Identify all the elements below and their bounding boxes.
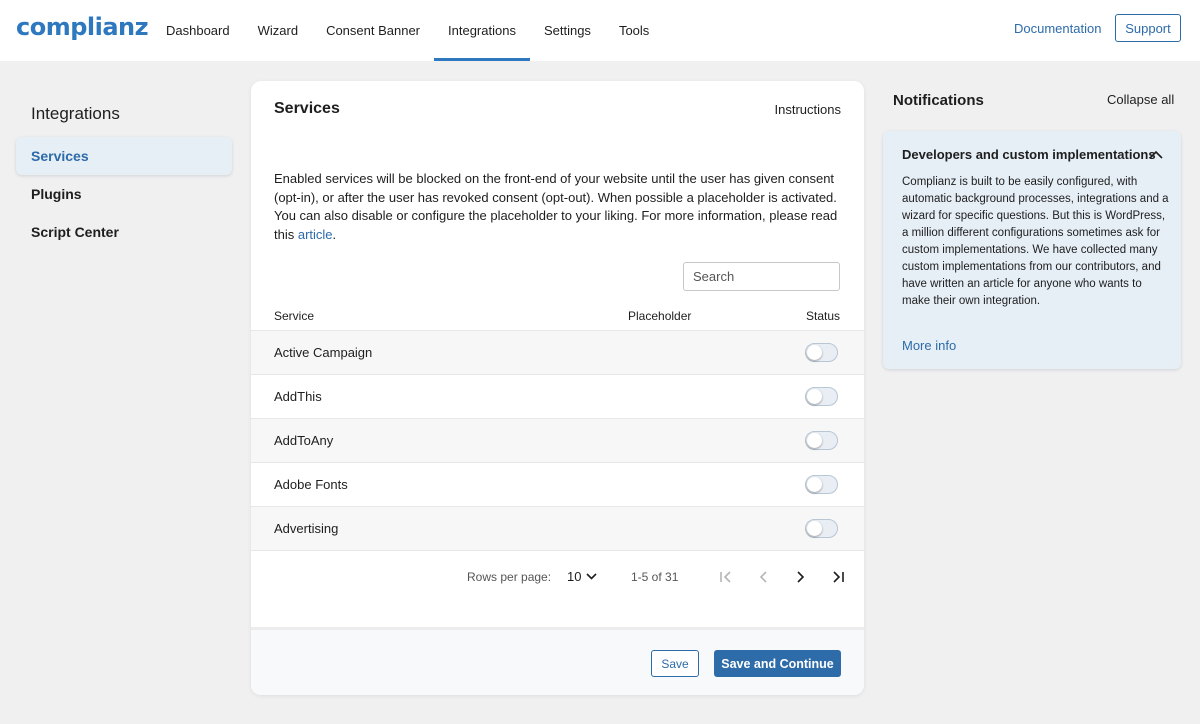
service-name: AddToAny xyxy=(274,433,334,448)
status-toggle[interactable] xyxy=(805,475,838,494)
notifications-title: Notifications xyxy=(893,92,984,109)
documentation-link[interactable]: Documentation xyxy=(1014,21,1101,36)
instructions-link[interactable]: Instructions xyxy=(775,102,841,117)
page-range: 1-5 of 31 xyxy=(631,570,679,584)
table-divider xyxy=(251,550,864,551)
column-header-service[interactable]: Service xyxy=(274,309,314,323)
save-and-continue-button[interactable]: Save and Continue xyxy=(714,650,841,677)
chevron-down-icon xyxy=(586,573,598,580)
services-card: Services Instructions Enabled services w… xyxy=(251,81,864,695)
save-button[interactable]: Save xyxy=(651,650,699,677)
intro-body: Enabled services will be blocked on the … xyxy=(274,171,838,242)
previous-page-button[interactable] xyxy=(753,567,775,587)
column-header-placeholder[interactable]: Placeholder xyxy=(628,309,691,323)
column-header-status[interactable]: Status xyxy=(806,309,840,323)
service-name: AddThis xyxy=(274,389,322,404)
services-table: Active Campaign AddThis AddToAny Adobe F… xyxy=(251,330,864,551)
search-input[interactable] xyxy=(683,262,840,291)
status-toggle[interactable] xyxy=(805,387,838,406)
chevron-right-icon xyxy=(797,571,805,583)
sidebar-item-script-center[interactable]: Script Center xyxy=(16,213,232,251)
complianz-logo[interactable]: complianz xyxy=(16,13,149,41)
last-page-icon xyxy=(833,571,844,583)
collapse-all-link[interactable]: Collapse all xyxy=(1107,92,1174,107)
table-row: Advertising xyxy=(251,506,864,550)
card-footer: Save Save and Continue xyxy=(251,627,864,695)
support-button[interactable]: Support xyxy=(1115,14,1181,42)
nav-dashboard[interactable]: Dashboard xyxy=(152,0,244,61)
sidebar-item-plugins[interactable]: Plugins xyxy=(16,175,232,213)
table-row: Active Campaign xyxy=(251,330,864,374)
rows-per-page-label: Rows per page: xyxy=(467,570,552,584)
sidebar-title: Integrations xyxy=(31,104,120,123)
service-name: Adobe Fonts xyxy=(274,477,348,492)
chevron-left-icon xyxy=(759,571,767,583)
nav-wizard[interactable]: Wizard xyxy=(244,0,312,61)
notification-body: Complianz is built to be easily configur… xyxy=(902,176,1169,307)
service-name: Advertising xyxy=(274,521,339,536)
status-toggle[interactable] xyxy=(805,343,838,362)
nav-consent-banner[interactable]: Consent Banner xyxy=(312,0,434,61)
status-toggle[interactable] xyxy=(805,431,838,450)
sidebar-item-services[interactable]: Services xyxy=(16,137,232,175)
nav-tools[interactable]: Tools xyxy=(605,0,663,61)
chevron-up-icon[interactable] xyxy=(1149,150,1163,160)
top-bar: complianz Dashboard Wizard Consent Banne… xyxy=(0,0,1200,61)
nav-integrations[interactable]: Integrations xyxy=(434,0,530,61)
last-page-button[interactable] xyxy=(827,567,849,587)
next-page-button[interactable] xyxy=(789,567,811,587)
table-row: Adobe Fonts xyxy=(251,462,864,506)
main-nav: Dashboard Wizard Consent Banner Integrat… xyxy=(152,0,663,61)
table-row: AddToAny xyxy=(251,418,864,462)
intro-text: Enabled services will be blocked on the … xyxy=(274,170,844,244)
rows-per-page-select[interactable]: 10 xyxy=(567,569,598,584)
intro-end: . xyxy=(332,226,337,242)
notification-title[interactable]: Developers and custom implementations xyxy=(902,147,1156,162)
service-name: Active Campaign xyxy=(274,345,373,360)
card-title: Services xyxy=(274,100,340,117)
notification-card: Developers and custom implementations Co… xyxy=(883,131,1181,369)
first-page-button[interactable] xyxy=(715,567,737,587)
nav-settings[interactable]: Settings xyxy=(530,0,605,61)
article-link[interactable]: article xyxy=(298,227,333,242)
rows-per-page-value: 10 xyxy=(567,569,582,584)
status-toggle[interactable] xyxy=(805,519,838,538)
more-info-link[interactable]: More info xyxy=(902,338,956,353)
table-row: AddThis xyxy=(251,374,864,418)
first-page-icon xyxy=(720,571,731,583)
